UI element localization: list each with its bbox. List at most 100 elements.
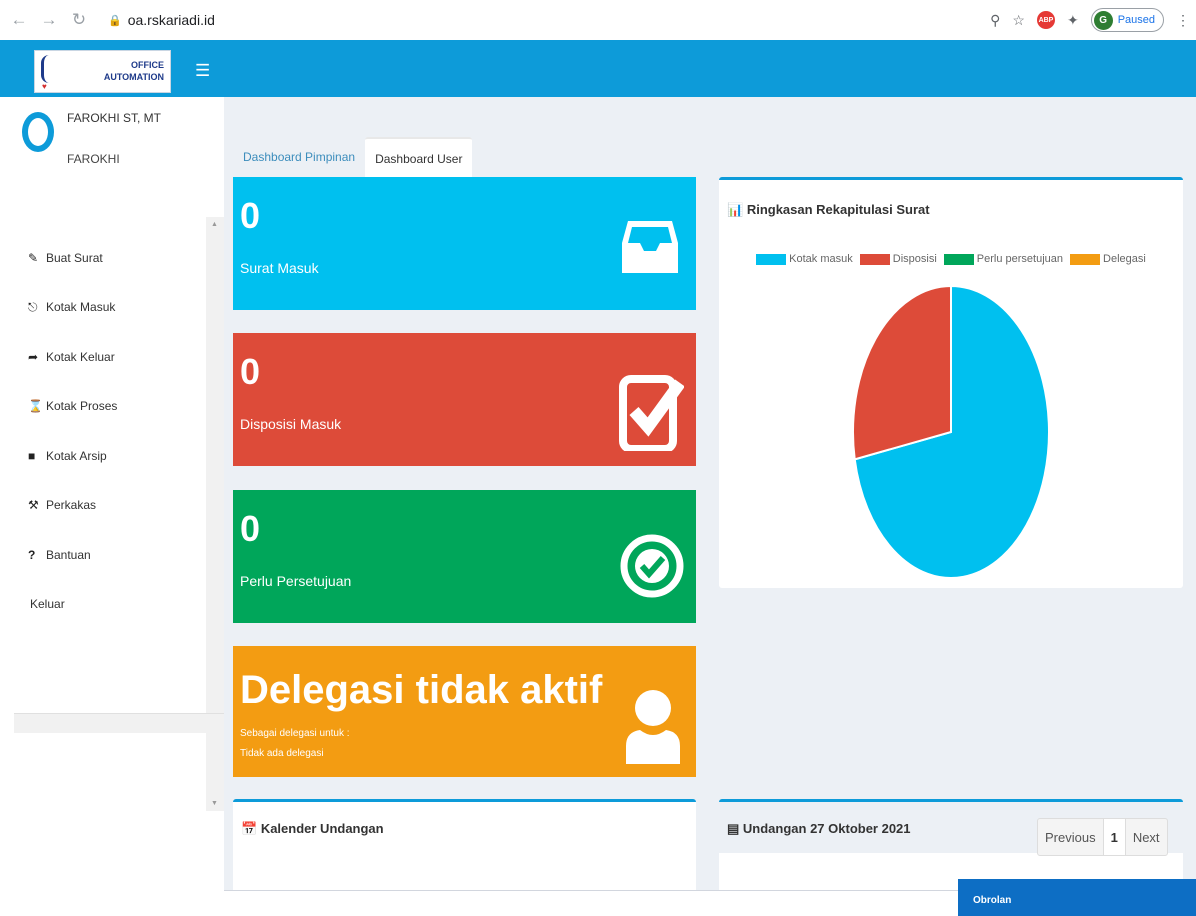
- check-circle-icon: [620, 534, 684, 598]
- checkbox-icon: [619, 375, 684, 451]
- legend-swatch: [943, 253, 974, 265]
- legend-swatch: [859, 253, 890, 265]
- dashboard-tabs: Dashboard Pimpinan Dashboard User: [233, 137, 473, 177]
- question-icon: ?: [28, 547, 36, 562]
- sidebar-item-kotak-masuk[interactable]: ⎋ Kotak Masuk: [28, 283, 117, 333]
- legend-item[interactable]: Disposisi: [859, 253, 937, 265]
- legend-label: Disposisi: [892, 253, 937, 265]
- logo-text-office: OFFICE: [131, 60, 164, 70]
- rekapitulasi-panel: 📊 Ringkasan Rekapitulasi Surat Kotak mas…: [719, 177, 1183, 588]
- app-logo[interactable]: ♥ OFFICE AUTOMATION: [34, 50, 171, 93]
- persetujuan-card[interactable]: 0 Perlu Persetujuan: [233, 490, 696, 623]
- share-icon: ➦: [28, 349, 39, 364]
- legend-label: Delegasi: [1103, 253, 1146, 265]
- pagination: Previous 1 Next: [1037, 818, 1168, 856]
- delegasi-status: Delegasi tidak aktif: [240, 668, 603, 712]
- browser-toolbar: ← → ↻ 🔒 oa.rskariadi.id ⚲ ☆ ABP ✦ G Paus…: [0, 0, 1196, 40]
- sidebar-item-label: Kotak Proses: [46, 399, 118, 414]
- sidebar-item-label: Keluar: [30, 597, 65, 612]
- sidebar-item-label: Kotak Masuk: [46, 300, 116, 315]
- disposisi-label: Disposisi Masuk: [240, 416, 342, 432]
- star-icon[interactable]: ☆: [1012, 12, 1025, 29]
- sidebar-menu: ✎ Buat Surat ⎋ Kotak Masuk ➦ Kotak Keluar ⌛…: [28, 233, 117, 629]
- inbox-icon: ⎋: [28, 299, 38, 314]
- kalender-title: 📅 Kalender Undangan: [241, 821, 384, 837]
- adblock-icon[interactable]: ABP: [1036, 11, 1055, 29]
- archive-icon: ■: [28, 448, 36, 463]
- user-subtitle: FAROKHI: [67, 152, 120, 166]
- sidebar-item-perkakas[interactable]: ⚒ Perkakas: [28, 481, 117, 531]
- delegasi-for-label: Sebagai delegasi untuk :: [240, 728, 350, 739]
- calendar-icon: 📅: [241, 821, 261, 836]
- back-icon[interactable]: ←: [8, 10, 30, 30]
- lock-icon[interactable]: 🔒: [108, 14, 122, 27]
- sidebar-item-buat-surat[interactable]: ✎ Buat Surat: [28, 233, 117, 283]
- top-navbar: ♥ OFFICE AUTOMATION ☰: [0, 40, 1196, 97]
- next-button[interactable]: Next: [1126, 819, 1167, 855]
- pie-slice-disposisi[interactable]: [852, 284, 952, 461]
- profile-status: Paused: [1117, 14, 1155, 26]
- sidebar-item-label: Kotak Keluar: [46, 349, 115, 364]
- persetujuan-count: 0: [240, 508, 261, 549]
- tab-dashboard-pimpinan[interactable]: Dashboard Pimpinan: [233, 137, 365, 177]
- scroll-up-icon[interactable]: ▲: [211, 221, 218, 228]
- menu-toggle-icon[interactable]: ☰: [195, 62, 210, 79]
- kalender-title-text: Kalender Undangan: [260, 821, 384, 836]
- delegasi-value: Tidak ada delegasi: [240, 748, 324, 759]
- scroll-down-icon[interactable]: ▼: [211, 800, 218, 807]
- legend-label: Kotak masuk: [789, 253, 853, 265]
- sidebar-horizontal-scrollbar[interactable]: [14, 713, 224, 733]
- puzzle-icon[interactable]: ✦: [1067, 12, 1079, 29]
- sidebar-item-label: Bantuan: [46, 547, 91, 562]
- surat-masuk-label: Surat Masuk: [240, 260, 319, 276]
- forward-icon[interactable]: →: [38, 10, 60, 30]
- legend-item[interactable]: Perlu persetujuan: [943, 253, 1063, 265]
- heart-icon: ♥: [42, 82, 47, 91]
- hourglass-icon: ⌛: [28, 399, 43, 414]
- previous-button[interactable]: Previous: [1038, 819, 1104, 855]
- legend-swatch: [1070, 253, 1101, 265]
- chart-icon: 📊: [727, 202, 747, 217]
- undangan-title: ▤ Undangan 27 Oktober 2021: [727, 821, 911, 837]
- undangan-title-text: Undangan 27 Oktober 2021: [742, 821, 911, 836]
- persetujuan-label: Perlu Persetujuan: [240, 573, 352, 589]
- address-bar[interactable]: oa.rskariadi.id: [128, 12, 215, 28]
- list-icon: ▤: [727, 821, 743, 836]
- disposisi-count: 0: [240, 351, 261, 392]
- user-name: FAROKHI ST, MT: [67, 111, 162, 125]
- pie-chart: [852, 284, 1050, 579]
- user-icon: [626, 690, 680, 764]
- logo-mark: [41, 55, 61, 83]
- delegasi-card[interactable]: Delegasi tidak aktif Sebagai delegasi un…: [233, 646, 696, 777]
- sidebar: FAROKHI ST, MT FAROKHI ✎ Buat Surat ⎋ Kota…: [0, 97, 224, 916]
- profile-button[interactable]: G Paused: [1090, 8, 1164, 32]
- rekapitulasi-title-text: Ringkasan Rekapitulasi Surat: [746, 202, 930, 217]
- edit-icon: ✎: [28, 250, 39, 265]
- sidebar-item-kotak-arsip[interactable]: ■ Kotak Arsip: [28, 431, 117, 481]
- more-menu-icon[interactable]: ⋮: [1176, 12, 1190, 29]
- sidebar-item-label: Buat Surat: [46, 250, 103, 265]
- page-1-button[interactable]: 1: [1103, 819, 1126, 855]
- wrench-icon: ⚒: [28, 498, 39, 513]
- chat-button[interactable]: Obrolan: [958, 879, 1196, 916]
- disposisi-card[interactable]: 0 Disposisi Masuk: [233, 333, 696, 466]
- sidebar-item-kotak-proses[interactable]: ⌛ Kotak Proses: [28, 382, 117, 432]
- rekapitulasi-title: 📊 Ringkasan Rekapitulasi Surat: [727, 202, 930, 218]
- key-icon[interactable]: ⚲: [990, 12, 1000, 29]
- profile-avatar: G: [1093, 10, 1113, 30]
- sidebar-item-bantuan[interactable]: ? Bantuan: [28, 530, 117, 580]
- logo-text-automation: AUTOMATION: [103, 72, 164, 82]
- sidebar-item-kotak-keluar[interactable]: ➦ Kotak Keluar: [28, 332, 117, 382]
- surat-masuk-card[interactable]: 0 Surat Masuk: [233, 177, 696, 310]
- legend-swatch: [756, 253, 787, 265]
- sidebar-item-label: Perkakas: [46, 498, 97, 513]
- legend-item[interactable]: Kotak masuk: [756, 253, 853, 265]
- inbox-icon: [622, 221, 678, 273]
- tab-dashboard-user[interactable]: Dashboard User: [365, 137, 473, 177]
- user-avatar: [22, 112, 54, 152]
- sidebar-item-label: Kotak Arsip: [46, 448, 107, 463]
- reload-icon[interactable]: ↻: [68, 10, 90, 30]
- legend-item[interactable]: Delegasi: [1070, 253, 1146, 265]
- sidebar-item-keluar[interactable]: Keluar: [0, 580, 117, 630]
- surat-masuk-count: 0: [240, 195, 261, 236]
